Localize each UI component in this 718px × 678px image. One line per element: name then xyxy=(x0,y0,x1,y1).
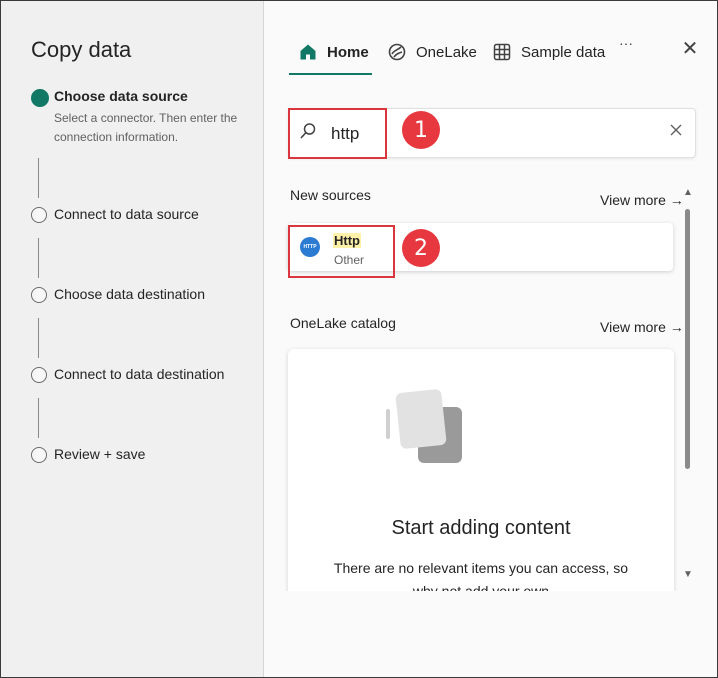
step-description: Select a connector. Then enter the conne… xyxy=(54,111,238,144)
tab-label: Home xyxy=(327,43,369,61)
empty-content-illustration xyxy=(386,389,462,463)
step-connector xyxy=(38,398,39,438)
view-more-onelake-catalog[interactable]: View more → xyxy=(600,319,684,335)
callout-box-http xyxy=(288,225,395,278)
wizard-panel: Copy data Choose data source Select a co… xyxy=(1,1,264,677)
callout-badge-1: 1 xyxy=(402,111,440,149)
wizard-title: Copy data xyxy=(31,37,132,62)
tab-onelake[interactable]: OneLake xyxy=(386,31,477,73)
step-indicator xyxy=(31,287,47,303)
tab-home[interactable]: Home xyxy=(297,31,369,73)
step-connector xyxy=(38,318,39,358)
scroll-thumb[interactable] xyxy=(685,209,690,469)
callout-badge-2: 2 xyxy=(402,229,440,267)
tab-label: Sample data xyxy=(521,43,606,61)
step-label: Choose data source xyxy=(54,88,188,104)
close-icon[interactable]: ✕ xyxy=(680,39,700,59)
tab-label: OneLake xyxy=(416,43,477,61)
data-source-panel: Home OneLake Sample data ··· ✕ http New … xyxy=(264,1,717,677)
step-indicator xyxy=(31,447,47,463)
callout-box-search xyxy=(288,108,387,159)
scrollbar[interactable]: ▲ ▼ xyxy=(681,187,695,587)
copy-data-dialog: Copy data Choose data source Select a co… xyxy=(0,0,718,678)
step-active-indicator xyxy=(31,89,49,107)
step-indicator xyxy=(31,367,47,383)
empty-state-title: Start adding content xyxy=(391,517,571,539)
active-tab-indicator xyxy=(289,73,372,75)
step-label: Connect to data source xyxy=(54,206,199,222)
step-connector xyxy=(38,238,39,278)
new-sources-heading: New sources xyxy=(290,187,371,203)
step-label: Connect to data destination xyxy=(54,366,225,382)
scroll-up-icon[interactable]: ▲ xyxy=(683,187,693,198)
clear-search-icon[interactable] xyxy=(669,123,683,142)
onelake-catalog-heading: OneLake catalog xyxy=(290,315,396,331)
home-icon xyxy=(297,41,319,63)
step-label: Review + save xyxy=(54,446,146,462)
tab-sample-data[interactable]: Sample data xyxy=(491,31,605,73)
sample-data-icon xyxy=(491,41,513,63)
more-tabs-button[interactable]: ··· xyxy=(619,35,633,51)
step-connector xyxy=(38,158,39,198)
scroll-down-icon[interactable]: ▼ xyxy=(683,569,693,580)
step-indicator xyxy=(31,207,47,223)
panel-footer-area xyxy=(264,591,717,677)
view-more-new-sources[interactable]: View more → xyxy=(600,192,684,208)
onelake-icon xyxy=(386,41,408,63)
step-label: Choose data destination xyxy=(54,286,205,302)
